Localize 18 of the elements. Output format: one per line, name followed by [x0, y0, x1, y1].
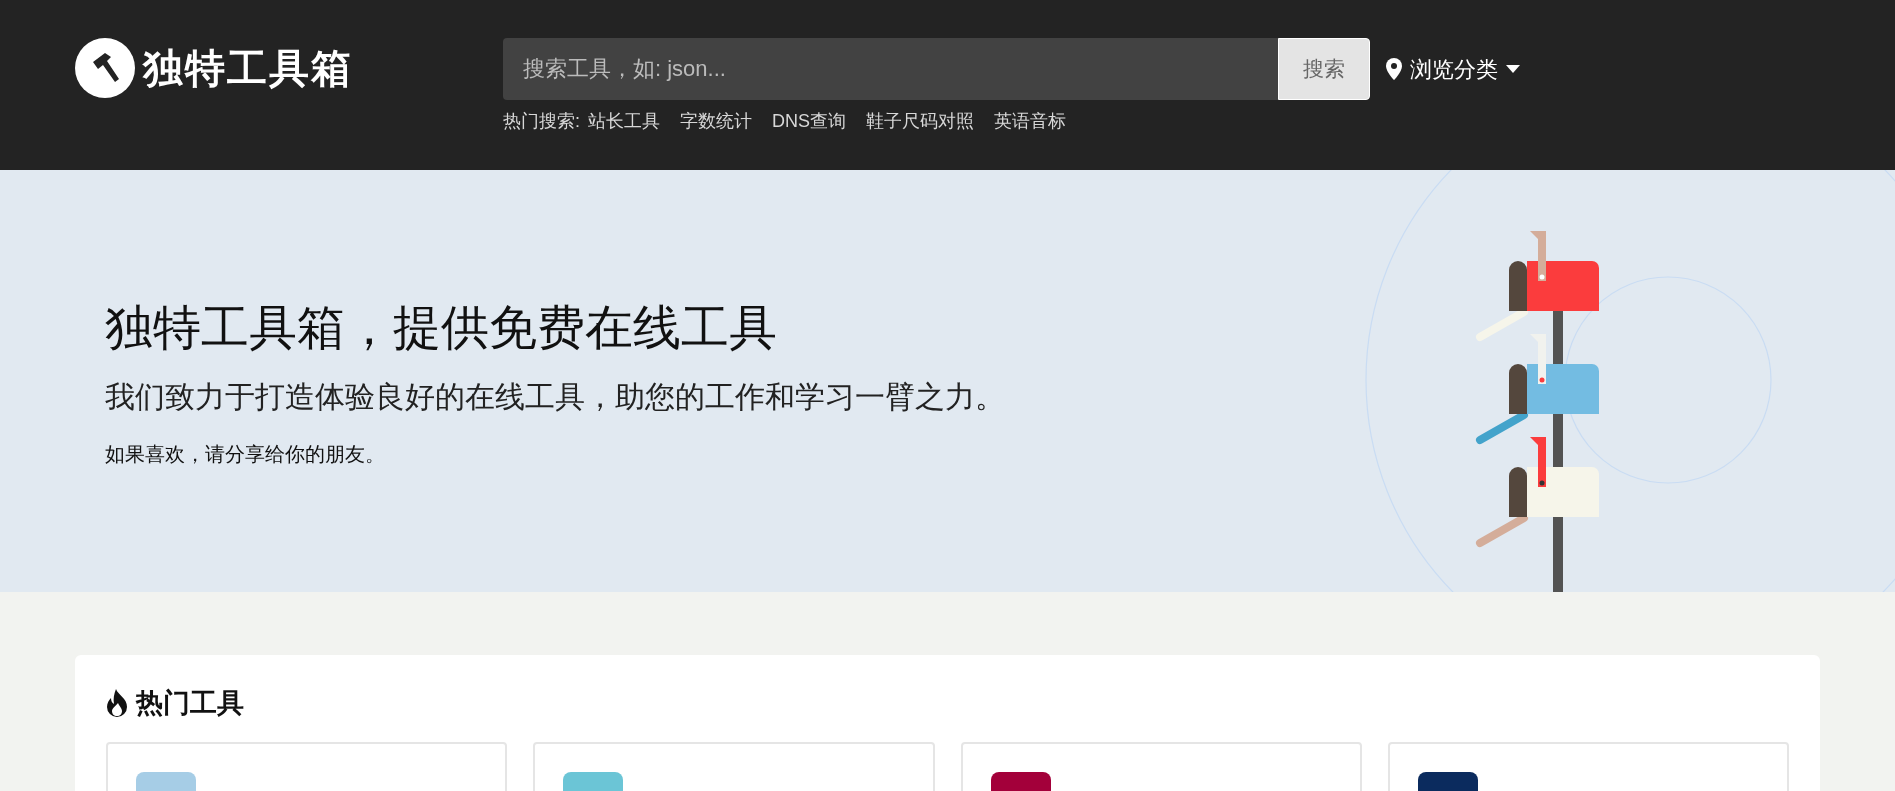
hot-search-label: 热门搜索: [503, 110, 580, 133]
hero-subtitle: 我们致力于打造体验良好的在线工具，助您的工作和学习一臂之力。 [105, 379, 1006, 415]
hot-search-link[interactable]: 字数统计 [680, 108, 752, 135]
browse-menu-button[interactable]: 浏览分类 [1386, 52, 1520, 86]
search-button[interactable]: 搜索 [1278, 38, 1370, 100]
hero-title: 独特工具箱，提供免费在线工具 [105, 300, 778, 356]
hero-note: 如果喜欢，请分享给你的朋友。 [105, 442, 386, 467]
location-pin-icon [1386, 58, 1402, 80]
hot-search-link[interactable]: 站长工具 [588, 108, 660, 135]
caret-icon [1506, 65, 1520, 73]
logo-text[interactable]: 独特工具箱 [143, 38, 353, 98]
fire-icon [106, 689, 128, 718]
section-title: 热门工具 [136, 687, 244, 720]
hot-search-link[interactable]: 鞋子尺码对照 [866, 108, 975, 135]
search-field[interactable]: 搜索工具，如: json... [503, 38, 1278, 100]
hot-search-link[interactable]: 英语音标 [994, 108, 1067, 135]
hot-search-link[interactable]: DNS查询 [772, 108, 847, 135]
hammer-logo-icon [75, 38, 135, 98]
